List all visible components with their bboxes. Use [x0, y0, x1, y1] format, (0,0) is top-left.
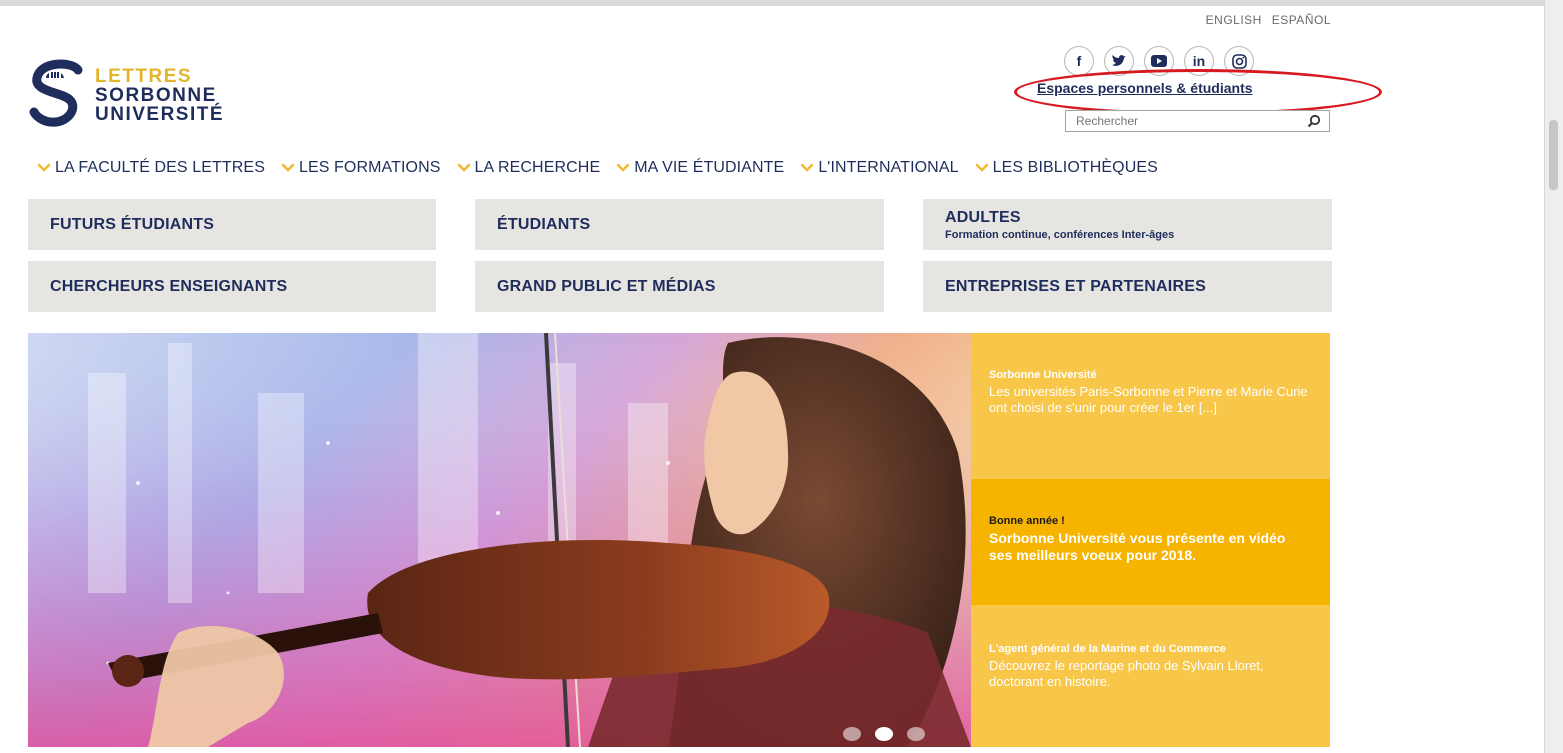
violinist-illustration — [28, 333, 971, 747]
chevron-down-icon — [37, 163, 51, 172]
search-input[interactable] — [1066, 111, 1296, 131]
logo-line-universite: UNIVERSITÉ — [95, 103, 225, 125]
chevron-down-icon — [281, 163, 295, 172]
carousel-dot-2[interactable] — [875, 727, 893, 741]
main-navigation: LA FACULTÉ DES LETTRES LES FORMATIONS LA… — [37, 159, 1174, 177]
audience-label: FUTURS ÉTUDIANTS — [50, 215, 215, 233]
site-logo[interactable]: LETTRES SORBONNE UNIVERSITÉ — [28, 58, 224, 132]
nav-item-bibliotheques[interactable]: LES BIBLIOTHÈQUES — [975, 159, 1158, 177]
audience-label: GRAND PUBLIC ET MÉDIAS — [497, 277, 716, 295]
chevron-down-icon — [457, 163, 470, 172]
youtube-play-glyph — [1151, 55, 1167, 67]
audience-futurs-etudiants[interactable]: FUTURS ÉTUDIANTS — [28, 199, 436, 250]
linkedin-glyph: in — [1192, 53, 1206, 69]
instagram-camera-glyph — [1231, 53, 1247, 69]
hero-carousel-image[interactable] — [28, 333, 971, 747]
language-switch: ENGLISH ESPAÑOL — [1200, 13, 1331, 27]
audience-grand-public-medias[interactable]: GRAND PUBLIC ET MÉDIAS — [475, 261, 884, 312]
scrollbar-thumb[interactable] — [1549, 120, 1558, 190]
audience-etudiants[interactable]: ÉTUDIANTS — [475, 199, 884, 250]
nav-item-formations[interactable]: LES FORMATIONS — [281, 159, 441, 177]
audience-chercheurs-enseignants[interactable]: CHERCHEURS ENSEIGNANTS — [28, 261, 436, 312]
browser-top-strip — [0, 0, 1563, 6]
news-kicker: L'agent général de la Marine et du Comme… — [989, 643, 1226, 655]
carousel-dot-1[interactable] — [843, 727, 861, 741]
youtube-icon[interactable] — [1144, 46, 1174, 76]
search-icon[interactable] — [1307, 114, 1321, 128]
news-body: Les universités Paris-Sorbonne et Pierre… — [989, 384, 1308, 415]
audience-label: ÉTUDIANTS — [497, 215, 591, 233]
news-item-fusion[interactable]: Sorbonne Université Les universités Pari… — [971, 333, 1330, 479]
facebook-glyph: f — [1076, 53, 1082, 69]
linkedin-icon[interactable]: in — [1184, 46, 1214, 76]
nav-item-recherche[interactable]: LA RECHERCHE — [457, 159, 601, 177]
news-body: Découvrez le reportage photo de Sylvain … — [989, 658, 1264, 689]
espaces-personnels-link[interactable]: Espaces personnels & étudiants — [1037, 80, 1253, 96]
chevron-down-icon — [801, 163, 814, 172]
nav-item-label: MA VIE ÉTUDIANTE — [634, 159, 785, 176]
social-links: f in — [1064, 46, 1254, 76]
nav-item-label: LA FACULTÉ DES LETTRES — [55, 159, 265, 176]
audience-label: ADULTES — [945, 208, 1021, 226]
nav-item-label: LES BIBLIOTHÈQUES — [992, 159, 1158, 176]
carousel-dot-3[interactable] — [907, 727, 925, 741]
news-item-bonne-annee[interactable]: Bonne année ! Sorbonne Université vous p… — [971, 479, 1330, 605]
audience-label: CHERCHEURS ENSEIGNANTS — [50, 277, 288, 295]
chevron-down-icon — [617, 163, 630, 172]
search-box — [1065, 110, 1330, 132]
nav-item-faculte[interactable]: LA FACULTÉ DES LETTRES — [37, 159, 265, 177]
instagram-icon[interactable] — [1224, 46, 1254, 76]
nav-item-label: L'INTERNATIONAL — [818, 159, 959, 176]
nav-item-international[interactable]: L'INTERNATIONAL — [800, 159, 958, 177]
chevron-down-icon — [975, 163, 988, 172]
carousel-dots — [843, 727, 925, 741]
news-item-marine[interactable]: L'agent général de la Marine et du Comme… — [971, 605, 1330, 747]
logo-wordmark: LETTRES SORBONNE UNIVERSITÉ — [95, 67, 224, 124]
audience-adultes[interactable]: ADULTES Formation continue, conférences I… — [923, 199, 1332, 250]
nav-item-label: LA RECHERCHE — [474, 159, 601, 176]
logo-line-sorbonne: SORBONNE — [95, 84, 217, 106]
lang-espanol-link[interactable]: ESPAÑOL — [1272, 13, 1331, 27]
twitter-bird-glyph — [1112, 55, 1126, 66]
nav-item-vie-etudiante[interactable]: MA VIE ÉTUDIANTE — [616, 159, 784, 177]
news-kicker: Sorbonne Université — [989, 369, 1097, 381]
nav-item-label: LES FORMATIONS — [298, 159, 441, 176]
facebook-icon[interactable]: f — [1064, 46, 1094, 76]
lang-english-link[interactable]: ENGLISH — [1206, 13, 1262, 27]
news-kicker: Bonne année ! — [989, 515, 1065, 527]
sorbonne-logo-icon — [29, 59, 83, 127]
news-body: Sorbonne Université vous présente en vid… — [989, 530, 1286, 563]
logo-line-lettres: LETTRES — [95, 65, 193, 87]
page-scrollbar[interactable] — [1544, 0, 1563, 753]
audience-sublabel: Formation continue, conférences Inter-âg… — [945, 228, 1175, 241]
audience-entreprises-partenaires[interactable]: ENTREPRISES ET PARTENAIRES — [923, 261, 1332, 312]
audience-label: ENTREPRISES ET PARTENAIRES — [945, 277, 1206, 295]
twitter-icon[interactable] — [1104, 46, 1134, 76]
